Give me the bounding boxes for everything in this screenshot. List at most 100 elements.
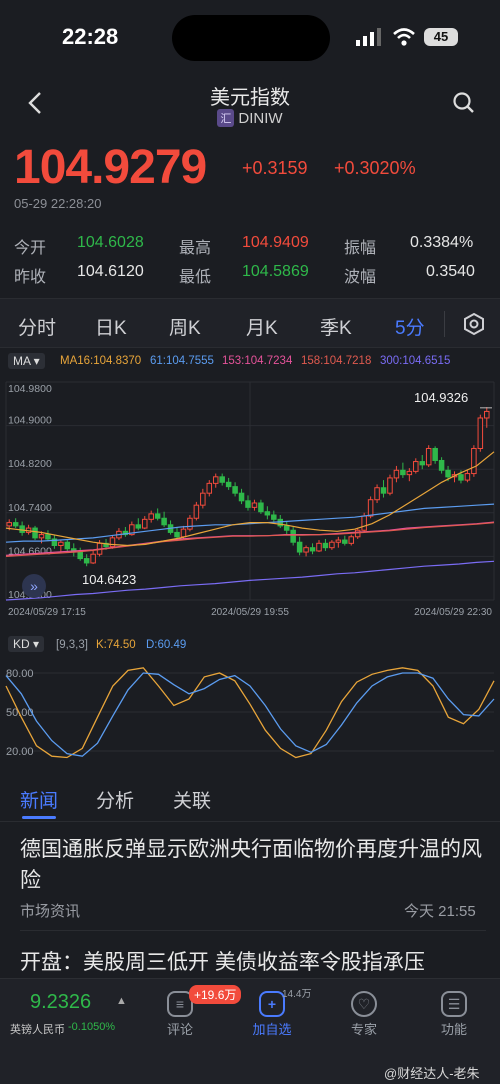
low-price-label: 104.6423 — [82, 572, 136, 587]
ma158-value: 158:104.7218 — [301, 355, 372, 367]
wifi-icon — [393, 28, 415, 46]
stat-label-range: 波幅 — [344, 269, 377, 286]
signal-icon — [356, 28, 381, 46]
candle — [464, 473, 471, 481]
functions-button[interactable]: ☰ 功能 — [424, 979, 484, 1049]
tab-intraday[interactable]: 分时 — [18, 313, 56, 340]
ma-selector-label: MA — [13, 354, 31, 368]
candle — [367, 499, 374, 517]
candle — [58, 541, 64, 546]
news-source: 市场资讯 — [20, 903, 81, 920]
period-tabs: 分时 日K 周K 月K 季K 5分 — [0, 298, 500, 348]
tab-monthly-k[interactable]: 月K — [246, 313, 278, 340]
candle — [477, 417, 484, 449]
high-price-label: 104.9326 — [414, 390, 468, 405]
tab-analysis[interactable]: 分析 — [96, 786, 134, 813]
candle — [400, 469, 406, 476]
stat-label-high: 最高 — [179, 240, 212, 257]
candle — [64, 541, 71, 550]
candle — [425, 447, 432, 466]
watermark: @财经达人-老朱 — [384, 1066, 480, 1081]
ma-selector[interactable]: MA ▾ — [8, 353, 45, 369]
y-tick-label: 104.7400 — [8, 502, 52, 514]
candle — [154, 513, 161, 519]
candle — [200, 492, 206, 506]
expert-button[interactable]: ♡ 专家 — [334, 979, 394, 1049]
nav-bar: 美元指数 汇 DINIW — [0, 75, 500, 135]
settings-hexagon-icon[interactable] — [462, 312, 486, 336]
candle — [77, 551, 83, 560]
candle — [445, 469, 451, 478]
kd-params: [9,3,3] — [56, 639, 88, 651]
ticker-expand-icon[interactable]: ▲ — [116, 995, 127, 1007]
candle — [271, 514, 277, 520]
candle — [187, 517, 193, 530]
candle — [109, 537, 116, 548]
candle — [380, 487, 387, 494]
price-change: +0.3159 — [242, 158, 308, 178]
expert-label: 专家 — [350, 1022, 377, 1037]
expert-icon: ♡ — [351, 991, 377, 1017]
kd-line-d — [5, 672, 495, 757]
ma61-value: 61:104.7555 — [150, 355, 214, 367]
candle — [484, 410, 490, 419]
candle — [438, 459, 445, 471]
candle — [245, 500, 251, 508]
candle — [45, 534, 51, 540]
candle — [141, 518, 148, 529]
price-change-pct: +0.3020% — [334, 158, 416, 178]
tab-divider — [444, 311, 445, 337]
x-tick-label: 2024/05/29 22:30 — [414, 607, 492, 618]
candle — [148, 513, 154, 520]
candle — [283, 525, 290, 531]
candle — [316, 542, 322, 552]
comment-badge: +19.6万 — [189, 985, 242, 1004]
candle — [335, 539, 342, 543]
tab-5min[interactable]: 5分 — [395, 313, 425, 340]
candle — [374, 487, 380, 501]
tab-weekly-k[interactable]: 周K — [169, 313, 201, 340]
content-tabs: 新闻 分析 关联 — [0, 770, 500, 822]
ticker-price[interactable]: 9.2326 — [30, 991, 91, 1014]
kd-selector-label: KD — [13, 637, 30, 651]
candle — [219, 476, 225, 483]
candle — [406, 470, 413, 476]
ma153-value: 153:104.7234 — [222, 355, 293, 367]
kd-k-value: K:74.50 — [96, 639, 136, 651]
y-tick-label: 104.9000 — [8, 415, 52, 427]
status-time: 22:28 — [62, 24, 119, 49]
functions-label: 功能 — [440, 1022, 467, 1037]
battery-indicator: 45 — [424, 28, 458, 46]
ticker-name: 英镑人民币 — [10, 1024, 65, 1036]
dynamic-island — [172, 15, 330, 61]
tab-related[interactable]: 关联 — [173, 786, 211, 813]
candle — [180, 528, 187, 538]
candle — [232, 486, 238, 494]
instrument-code: 汇 DINIW — [0, 109, 500, 127]
candle — [296, 541, 303, 553]
tab-news[interactable]: 新闻 — [20, 786, 58, 813]
tab-daily-k[interactable]: 日K — [95, 313, 127, 340]
news-title[interactable]: 开盘：美股周三低开 美债收益率令股指承压 — [20, 947, 490, 978]
bottom-bar: 9.2326 ▲ 英镑人民币 -0.1050% ≡ 评论 +19.6万 + 加自… — [0, 978, 500, 1084]
expand-chevron-icon[interactable]: » — [22, 574, 46, 598]
candle — [83, 558, 90, 564]
kd-chart[interactable]: 80.0050.0020.00 — [0, 656, 500, 768]
candlestick-chart[interactable]: 104.9800104.9000104.8200104.7400104.6600… — [0, 374, 500, 622]
active-tab-underline — [22, 816, 56, 819]
tab-quarterly-k[interactable]: 季K — [320, 313, 352, 340]
stat-value-range: 0.3540 — [426, 263, 475, 280]
kd-selector[interactable]: KD ▾ — [8, 636, 45, 652]
search-icon[interactable] — [452, 91, 476, 115]
stat-value-prev-close: 104.6120 — [77, 263, 144, 280]
candle — [413, 461, 419, 472]
candle — [309, 547, 316, 552]
stat-value-open: 104.6028 — [77, 234, 144, 251]
candle — [419, 461, 425, 466]
candle — [458, 474, 464, 481]
ma300-value: 300:104.6515 — [380, 355, 451, 367]
news-title[interactable]: 德国通胀反弹显示欧洲央行面临物价再度升温的风险 — [20, 834, 490, 896]
candle — [322, 542, 329, 549]
candle — [6, 522, 12, 527]
candle — [12, 522, 19, 527]
